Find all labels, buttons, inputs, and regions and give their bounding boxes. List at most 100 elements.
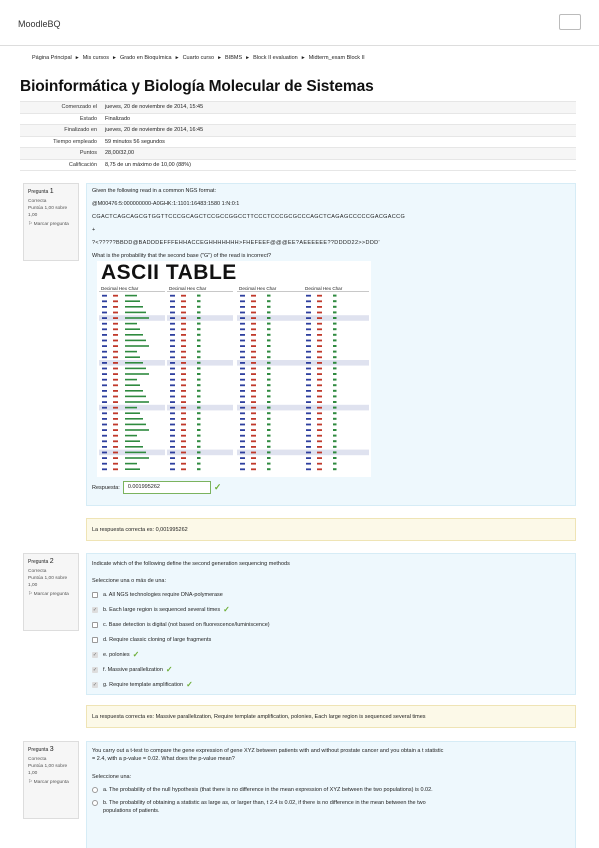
checkbox[interactable] <box>92 591 98 598</box>
checkbox-checked-icon[interactable]: ✓ <box>92 651 98 658</box>
breadcrumb-item-degree[interactable]: Grado en Bioquímica <box>120 55 172 61</box>
flag-question-link[interactable]: ⚐ Marcar pregunta <box>28 221 74 228</box>
answer-row: Respuesta: 0.001995262 ✓ <box>92 481 570 494</box>
summary-label: Tiempo empleado <box>53 138 97 145</box>
question-number: Pregunta 2 <box>28 558 54 565</box>
option-a[interactable]: a. All NGS technologies require DNA-poly… <box>92 587 570 602</box>
answer-hint: Seleccione una: <box>92 774 132 780</box>
question-points: Puntúa 1,00 sobre 1,00 <box>28 575 68 588</box>
question-status: Correcta <box>28 198 47 204</box>
correct-check-icon: ✓ <box>186 680 193 689</box>
question-number: Pregunta 3 <box>28 746 54 753</box>
option-label: e. polonies <box>103 651 130 658</box>
option-label: d. Require classic cloning of large frag… <box>103 636 212 643</box>
question-points: Puntúa 1,00 sobre 1,00 <box>28 763 68 776</box>
answer-input[interactable]: 0.001995262 <box>122 481 211 494</box>
checkbox[interactable] <box>92 636 98 643</box>
summary-value: Finalizado <box>105 115 131 122</box>
question-content-3: You carry out a t-test to compare the ge… <box>86 741 576 848</box>
checkbox-checked-icon[interactable]: ✓ <box>92 666 98 673</box>
summary-row-state: Estado Finalizado <box>20 113 576 125</box>
answer-hint: Seleccione una o más de una: <box>92 578 166 584</box>
svg-text:Decimal Hex Char: Decimal Hex Char <box>101 286 139 291</box>
question-feedback-1: La respuesta correcta es: 0,001995262 <box>86 518 576 541</box>
read-header-line: @M00476:5:000000000-A0GHK:1:1101:16483:1… <box>92 201 240 207</box>
option-label: b. The probability of obtaining a statis… <box>103 799 426 806</box>
option-label: c. Base detection is digital (not based … <box>103 621 270 628</box>
option-f[interactable]: ✓ f. Massive parallelization ✓ <box>92 662 570 677</box>
checkbox-checked-icon[interactable]: ✓ <box>92 606 98 613</box>
flag-question-link[interactable]: ⚐ Marcar pregunta <box>28 591 74 598</box>
question-info-2: Pregunta 2 Correcta Puntúa 1,00 sobre 1,… <box>23 553 79 631</box>
user-menu-button[interactable] <box>559 14 581 30</box>
question-feedback-2: La respuesta correcta es: Massive parall… <box>86 705 576 728</box>
breadcrumb-item-my-courses[interactable]: Mis cursos <box>83 55 109 61</box>
summary-label: Puntos <box>79 150 97 157</box>
summary-row-time-taken: Tiempo empleado 59 minutos 56 segundos <box>20 136 576 148</box>
question-status: Correcta <box>28 756 47 762</box>
breadcrumb-item-course[interactable]: BIBMS <box>225 55 242 61</box>
question-info-1: Pregunta 1 Correcta Puntúa 1,00 sobre 1,… <box>23 183 79 261</box>
option-label: g. Require template amplification <box>103 681 184 688</box>
svg-text:Decimal Hex Char: Decimal Hex Char <box>169 286 207 291</box>
radio-button[interactable] <box>92 799 98 806</box>
option-g[interactable]: ✓ g. Require template amplification ✓ <box>92 677 570 692</box>
attempt-summary-table: Comenzado el jueves, 20 de noviembre de 2… <box>20 101 576 171</box>
read-sequence-line: CGACTCAGCAGCGTGGTTCCCGCAGCTCCGCCGGCCTTCC… <box>92 214 406 220</box>
summary-row-completed: Finalizado en jueves, 20 de noviembre de … <box>20 124 576 136</box>
correct-check-icon: ✓ <box>132 650 140 659</box>
breadcrumb-separator-icon: ► <box>300 55 306 61</box>
breadcrumb-item-section[interactable]: Block II evaluation <box>253 55 298 61</box>
question-text-line: You carry out a t-test to compare the ge… <box>92 748 444 754</box>
svg-text:Decimal Hex Char: Decimal Hex Char <box>305 286 343 291</box>
correct-check-icon: ✓ <box>165 665 173 674</box>
question-content-1: Given the following read in a common NGS… <box>86 183 576 506</box>
question-text: Indicate which of the following define t… <box>92 561 290 567</box>
option-b[interactable]: b. The probability of obtaining a statis… <box>92 797 570 808</box>
checkbox[interactable] <box>92 621 98 628</box>
answer-label: Respuesta: <box>92 484 120 491</box>
question-prompt: What is the probability that the second … <box>92 253 272 259</box>
flag-question-link[interactable]: ⚐ Marcar pregunta <box>28 779 74 786</box>
top-navbar: MoodleBQ <box>0 0 599 46</box>
option-label: a. All NGS technologies require DNA-poly… <box>103 591 223 598</box>
summary-value: jueves, 20 de noviembre de 2014, 16:45 <box>105 127 204 134</box>
question-content-2: Indicate which of the following define t… <box>86 553 576 695</box>
read-quality-line: ?<?????BBDD@BADDDEFFFEHHACCEGHHHHHHH>FHE… <box>92 240 380 246</box>
breadcrumb-item-year[interactable]: Cuarto curso <box>183 55 215 61</box>
option-b[interactable]: ✓ b. Each large region is sequenced sever… <box>92 602 570 617</box>
summary-label: Comenzado el <box>61 104 97 111</box>
summary-label: Calificación <box>68 161 97 168</box>
question-status: Correcta <box>28 568 47 574</box>
breadcrumb-separator-icon: ► <box>111 55 117 61</box>
svg-text:Decimal Hex Char: Decimal Hex Char <box>239 286 277 291</box>
summary-row-grade: Calificación 8,75 de un máximo de 10,00 (… <box>20 159 576 171</box>
option-d[interactable]: d. Require classic cloning of large frag… <box>92 632 570 647</box>
option-a[interactable]: a. The probability of the null hypothesi… <box>92 782 570 797</box>
ascii-table-grid: Decimal Hex Char Decimal Hex Char Decimal … <box>99 286 369 471</box>
flag-icon: ⚐ <box>28 592 33 598</box>
site-brand-link[interactable]: MoodleBQ <box>18 19 61 29</box>
breadcrumb-separator-icon: ► <box>74 55 80 61</box>
question-number: Pregunta 1 <box>28 188 54 195</box>
question-info-3: Pregunta 3 Correcta Puntúa 1,00 sobre 1,… <box>23 741 79 819</box>
question-text-line: Given the following read in a common NGS… <box>92 188 217 194</box>
summary-row-started: Comenzado el jueves, 20 de noviembre de 2… <box>20 101 576 113</box>
checkbox-checked-icon[interactable]: ✓ <box>92 681 98 688</box>
breadcrumb-separator-icon: ► <box>217 55 223 61</box>
correct-check-icon: ✓ <box>223 605 230 614</box>
flag-icon: ⚐ <box>28 222 33 228</box>
summary-label: Finalizado en <box>64 127 97 134</box>
option-c[interactable]: c. Base detection is digital (not based … <box>92 617 570 632</box>
option-e[interactable]: ✓ e. polonies ✓ <box>92 647 570 662</box>
flag-icon: ⚐ <box>28 780 33 786</box>
summary-value: 8,75 de un máximo de 10,00 (88%) <box>105 161 191 168</box>
breadcrumb-separator-icon: ► <box>245 55 251 61</box>
breadcrumb-item-quiz[interactable]: Midterm_exam Block II <box>309 55 365 61</box>
question-text-line: = 2.4, with a p-value = 0.02. What does … <box>92 756 235 762</box>
summary-value: 28,00/32,00 <box>105 150 135 157</box>
correct-check-icon: ✓ <box>213 482 222 492</box>
option-label-continued: populations of patients. <box>103 808 160 814</box>
radio-button[interactable] <box>92 786 98 793</box>
breadcrumb-item-home[interactable]: Página Principal <box>32 55 72 61</box>
